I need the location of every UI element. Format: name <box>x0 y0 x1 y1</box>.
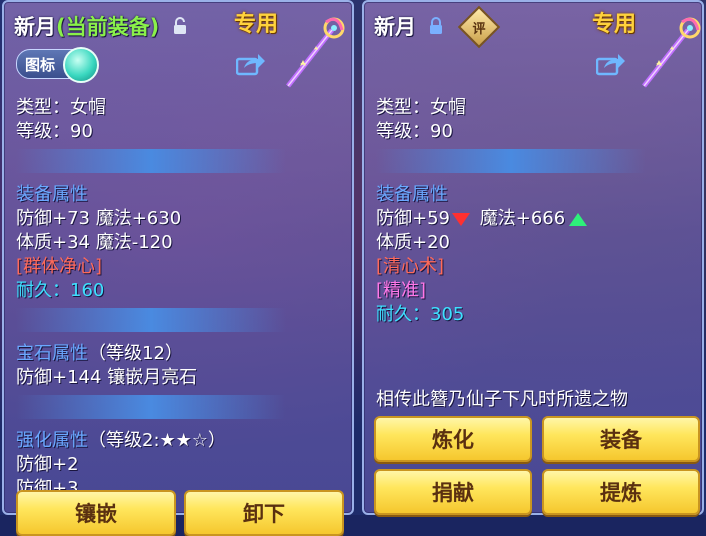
durability-label: 耐久： <box>16 280 70 301</box>
refine-button[interactable]: 炼化 <box>374 416 532 462</box>
durability-value: 305 <box>430 304 465 325</box>
staff-icon <box>636 16 702 90</box>
rate-badge-label: 评 <box>472 21 486 37</box>
gem-level: （等级12） <box>88 343 183 364</box>
enhance-line-1: 防御+2 <box>16 454 79 475</box>
rate-badge[interactable]: 评 <box>457 5 501 49</box>
equip-button[interactable]: 装备 <box>542 416 700 462</box>
share-icon[interactable] <box>235 52 266 76</box>
divider <box>376 149 646 173</box>
gem-attr-header: 宝石属性（等级12） <box>16 342 286 366</box>
durability-value: 160 <box>70 280 105 301</box>
type-line: 类型：女帽 <box>376 97 466 118</box>
share-icon[interactable] <box>595 52 626 76</box>
special-tag: 专用 <box>592 12 637 37</box>
unequip-button[interactable]: 卸下 <box>184 490 344 536</box>
lock-icon[interactable] <box>429 16 443 40</box>
extract-button[interactable]: 提炼 <box>542 469 700 515</box>
inlay-button[interactable]: 镶嵌 <box>16 490 176 536</box>
equip-attr-title: 装备属性 <box>376 184 448 205</box>
special-effect-text: [精准] <box>376 280 427 301</box>
skill-text: [群体净心] <box>16 256 103 277</box>
item-info: 类型：女帽 等级：90 装备属性 防御+59 魔法+666 体质+20 [清心术… <box>376 96 646 327</box>
unlock-icon[interactable] <box>173 16 187 40</box>
defense-value: 防御+59 <box>376 208 450 229</box>
item-info: 类型：女帽 等级：90 装备属性 防御+73 魔法+630 体质+34 魔法-1… <box>16 96 286 501</box>
gem-line: 防御+144 镶嵌月亮石 <box>16 367 198 388</box>
type-line: 类型：女帽 <box>16 97 106 118</box>
level-line: 等级：90 <box>16 121 93 142</box>
donate-button[interactable]: 捐献 <box>374 469 532 515</box>
item-name: 新月 <box>374 15 416 39</box>
divider <box>16 149 286 173</box>
icon-toggle-label: 图标 <box>25 56 56 74</box>
attr-line-2: 体质+20 <box>376 232 450 253</box>
description: 相传此簪乃仙子下凡时所遗之物 <box>376 389 628 410</box>
staff-icon <box>280 16 346 90</box>
durability-label: 耐久： <box>376 304 430 325</box>
down-arrow-icon <box>452 212 470 226</box>
divider <box>16 395 286 419</box>
equip-attr-title: 装备属性 <box>16 184 88 205</box>
item-name: 新月 <box>14 15 56 39</box>
magic-value: 魔法+666 <box>479 208 566 229</box>
toggle-knob[interactable] <box>63 47 99 83</box>
item-title: 新月 <box>374 11 443 41</box>
durability-line: 耐久：305 <box>376 303 646 327</box>
skill-text: [清心术] <box>376 256 445 277</box>
enhance-header: 强化属性（等级2:★★☆） <box>16 429 286 453</box>
attr-line-1: 防御+59 魔法+666 <box>376 207 646 231</box>
enhance-title: 强化属性 <box>16 430 88 451</box>
attr-line-1: 防御+73 魔法+630 <box>16 208 182 229</box>
item-title: 新月(当前装备) <box>14 11 187 41</box>
current-equipment-panel: 新月(当前装备) 专用 图标 类型：女帽 等级：90 装备属性 防御+73 魔法… <box>2 0 354 536</box>
special-tag: 专用 <box>234 12 279 37</box>
attr-line-2: 体质+34 魔法-120 <box>16 232 173 253</box>
compare-equipment-panel: 新月 评 专用 类型：女帽 等级：90 装备属性 防御+59 魔法+666 体质… <box>362 0 704 515</box>
up-arrow-icon <box>569 212 588 226</box>
durability-line: 耐久：160 <box>16 279 286 303</box>
icon-toggle[interactable]: 图标 <box>16 47 99 83</box>
divider <box>16 308 286 332</box>
equip-state: (当前装备) <box>56 15 160 39</box>
level-line: 等级：90 <box>376 121 453 142</box>
gem-attr-title: 宝石属性 <box>16 343 88 364</box>
enhance-level: （等级2:★★☆） <box>88 430 226 451</box>
